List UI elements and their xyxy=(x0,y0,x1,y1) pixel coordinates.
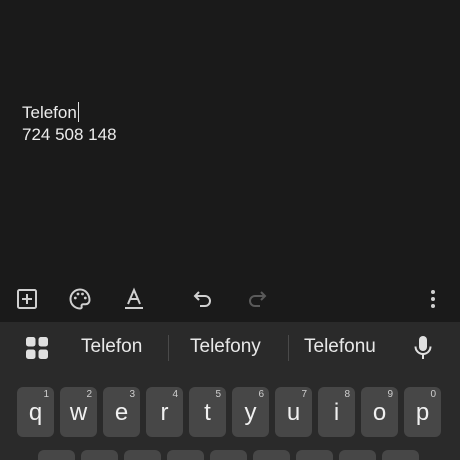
note-body[interactable]: 724 508 148 xyxy=(22,125,117,145)
note-title-text: Telefon xyxy=(22,103,77,122)
apps-grid-icon[interactable] xyxy=(25,336,49,365)
key-y[interactable]: 6y xyxy=(232,387,269,437)
key-row-2-partial[interactable] xyxy=(382,450,419,460)
suggestion-bar: Telefon Telefony Telefonu xyxy=(0,322,460,374)
text-format-icon[interactable] xyxy=(121,286,147,312)
suggestion-3[interactable]: Telefonu xyxy=(304,336,376,358)
redo-icon[interactable] xyxy=(244,286,270,312)
key-p[interactable]: 0p xyxy=(404,387,441,437)
palette-icon[interactable] xyxy=(67,286,93,312)
key-row-2-partial[interactable] xyxy=(124,450,161,460)
key-row-2-partial[interactable] xyxy=(38,450,75,460)
key-row-2-partial[interactable] xyxy=(210,450,247,460)
key-row-2-partial[interactable] xyxy=(296,450,333,460)
suggestion-1[interactable]: Telefon xyxy=(81,336,142,358)
mic-icon[interactable] xyxy=(413,335,433,366)
key-i[interactable]: 8i xyxy=(318,387,355,437)
undo-icon[interactable] xyxy=(190,286,216,312)
keyboard: Telefon Telefony Telefonu 1q 2w 3e 4r 5t… xyxy=(0,322,460,460)
key-row-2-partial[interactable] xyxy=(81,450,118,460)
note-title[interactable]: Telefon xyxy=(22,102,80,123)
key-r[interactable]: 4r xyxy=(146,387,183,437)
suggestion-divider xyxy=(288,335,289,361)
key-u[interactable]: 7u xyxy=(275,387,312,437)
text-cursor xyxy=(77,102,80,122)
key-e[interactable]: 3e xyxy=(103,387,140,437)
key-row-2-partial[interactable] xyxy=(167,450,204,460)
suggestion-2[interactable]: Telefony xyxy=(190,336,261,358)
add-box-icon[interactable] xyxy=(14,286,40,312)
key-w[interactable]: 2w xyxy=(60,387,97,437)
key-t[interactable]: 5t xyxy=(189,387,226,437)
editor-toolbar xyxy=(0,278,460,322)
key-row-2-partial[interactable] xyxy=(253,450,290,460)
key-row-2-partial[interactable] xyxy=(339,450,376,460)
more-vert-icon[interactable] xyxy=(420,286,446,312)
suggestion-divider xyxy=(168,335,169,361)
key-o[interactable]: 9o xyxy=(361,387,398,437)
key-q[interactable]: 1q xyxy=(17,387,54,437)
note-editor[interactable]: Telefon 724 508 148 xyxy=(0,0,460,278)
